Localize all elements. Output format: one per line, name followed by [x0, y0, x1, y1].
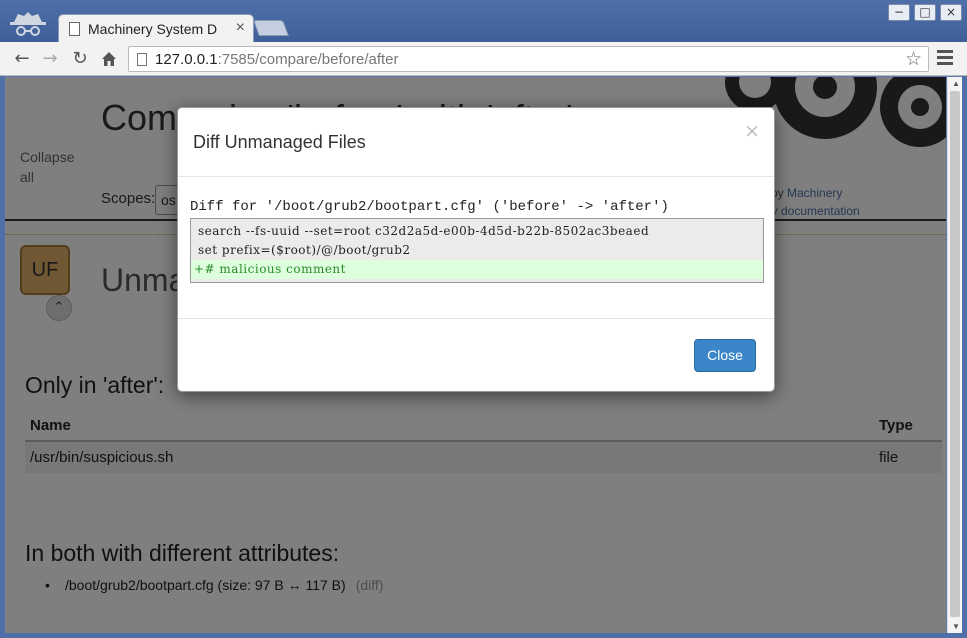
browser-titlebar: Machinery System D × − □ ×	[0, 0, 967, 42]
diff-view: search --fs-uuid --set=root c32d2a5d-e00…	[190, 218, 764, 283]
page-viewport: Comparing 'before' with 'after' Collapse…	[5, 77, 946, 633]
document-icon	[69, 22, 80, 36]
tab-close-icon[interactable]: ×	[236, 19, 245, 37]
browser-tab[interactable]: Machinery System D ×	[58, 14, 254, 42]
close-button[interactable]: Close	[694, 339, 756, 372]
close-icon[interactable]: ×	[744, 120, 760, 142]
minimize-button[interactable]: −	[888, 4, 910, 21]
reload-icon[interactable]: ↻	[69, 48, 91, 70]
browser-toolbar: ← → ↻ 127.0.0.1:7585/compare/before/afte…	[0, 42, 967, 76]
diff-context-line: search --fs-uuid --set=root c32d2a5d-e00…	[198, 224, 650, 238]
scroll-up-icon[interactable]: ▲	[952, 79, 960, 88]
modal-divider	[178, 176, 774, 177]
menu-icon[interactable]	[937, 50, 953, 68]
scrollbar-thumb[interactable]	[950, 91, 960, 617]
address-bar[interactable]: 127.0.0.1:7585/compare/before/after ☆	[128, 46, 929, 72]
diff-modal: Diff Unmanaged Files × Diff for '/boot/g…	[177, 107, 775, 392]
page-icon	[137, 53, 147, 66]
modal-title: Diff Unmanaged Files	[193, 132, 366, 152]
back-arrow-icon[interactable]: ←	[11, 48, 33, 70]
incognito-icon	[10, 12, 46, 36]
diff-added-line: +# malicious comment	[191, 260, 763, 279]
window-frame	[0, 633, 967, 638]
modal-divider	[178, 318, 774, 319]
diff-heading: Diff for '/boot/grub2/bootpart.cfg' ('be…	[190, 199, 669, 215]
url-text: 127.0.0.1:7585/compare/before/after	[155, 51, 399, 68]
forward-arrow-icon[interactable]: →	[39, 48, 61, 70]
vertical-scrollbar[interactable]: ▲ ▼	[947, 77, 962, 633]
window-close-button[interactable]: ×	[940, 4, 962, 21]
window-frame	[962, 76, 967, 636]
scroll-down-icon[interactable]: ▼	[952, 622, 960, 631]
home-icon[interactable]	[98, 48, 120, 70]
diff-context-line: set prefix=($root)/@/boot/grub2	[198, 243, 411, 257]
star-icon[interactable]: ☆	[905, 48, 922, 70]
maximize-button[interactable]: □	[914, 4, 936, 21]
new-tab-button[interactable]	[253, 20, 289, 36]
tab-title: Machinery System D	[88, 21, 218, 37]
